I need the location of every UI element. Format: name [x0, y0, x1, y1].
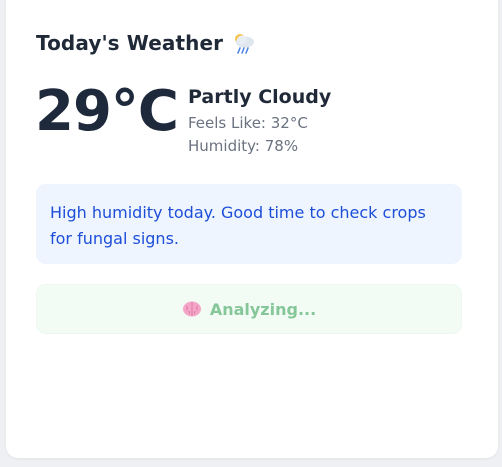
weather-details: Partly Cloudy Feels Like: 32°C Humidity:…	[188, 86, 331, 158]
weather-condition: Partly Cloudy	[188, 86, 332, 108]
weather-title: Today's Weather	[36, 31, 224, 55]
weather-header: Today's Weather	[36, 30, 257, 56]
feels-like-text: Feels Like: 32°C	[188, 114, 308, 132]
weather-card: Today's Weather 29°C Partly Cloudy Feels…	[6, 0, 498, 458]
analyze-button-label: Analyzing...	[209, 299, 317, 319]
analyze-button[interactable]: Analyzing...	[36, 284, 462, 334]
cloud-rain-icon	[231, 30, 257, 56]
brain-icon	[182, 300, 202, 318]
advice-box: High humidity today. Good time to check …	[36, 184, 462, 264]
humidity-text: Humidity: 78%	[188, 137, 299, 155]
advice-text: High humidity today. Good time to check …	[50, 203, 426, 248]
temperature-value: 29°C	[35, 79, 179, 144]
